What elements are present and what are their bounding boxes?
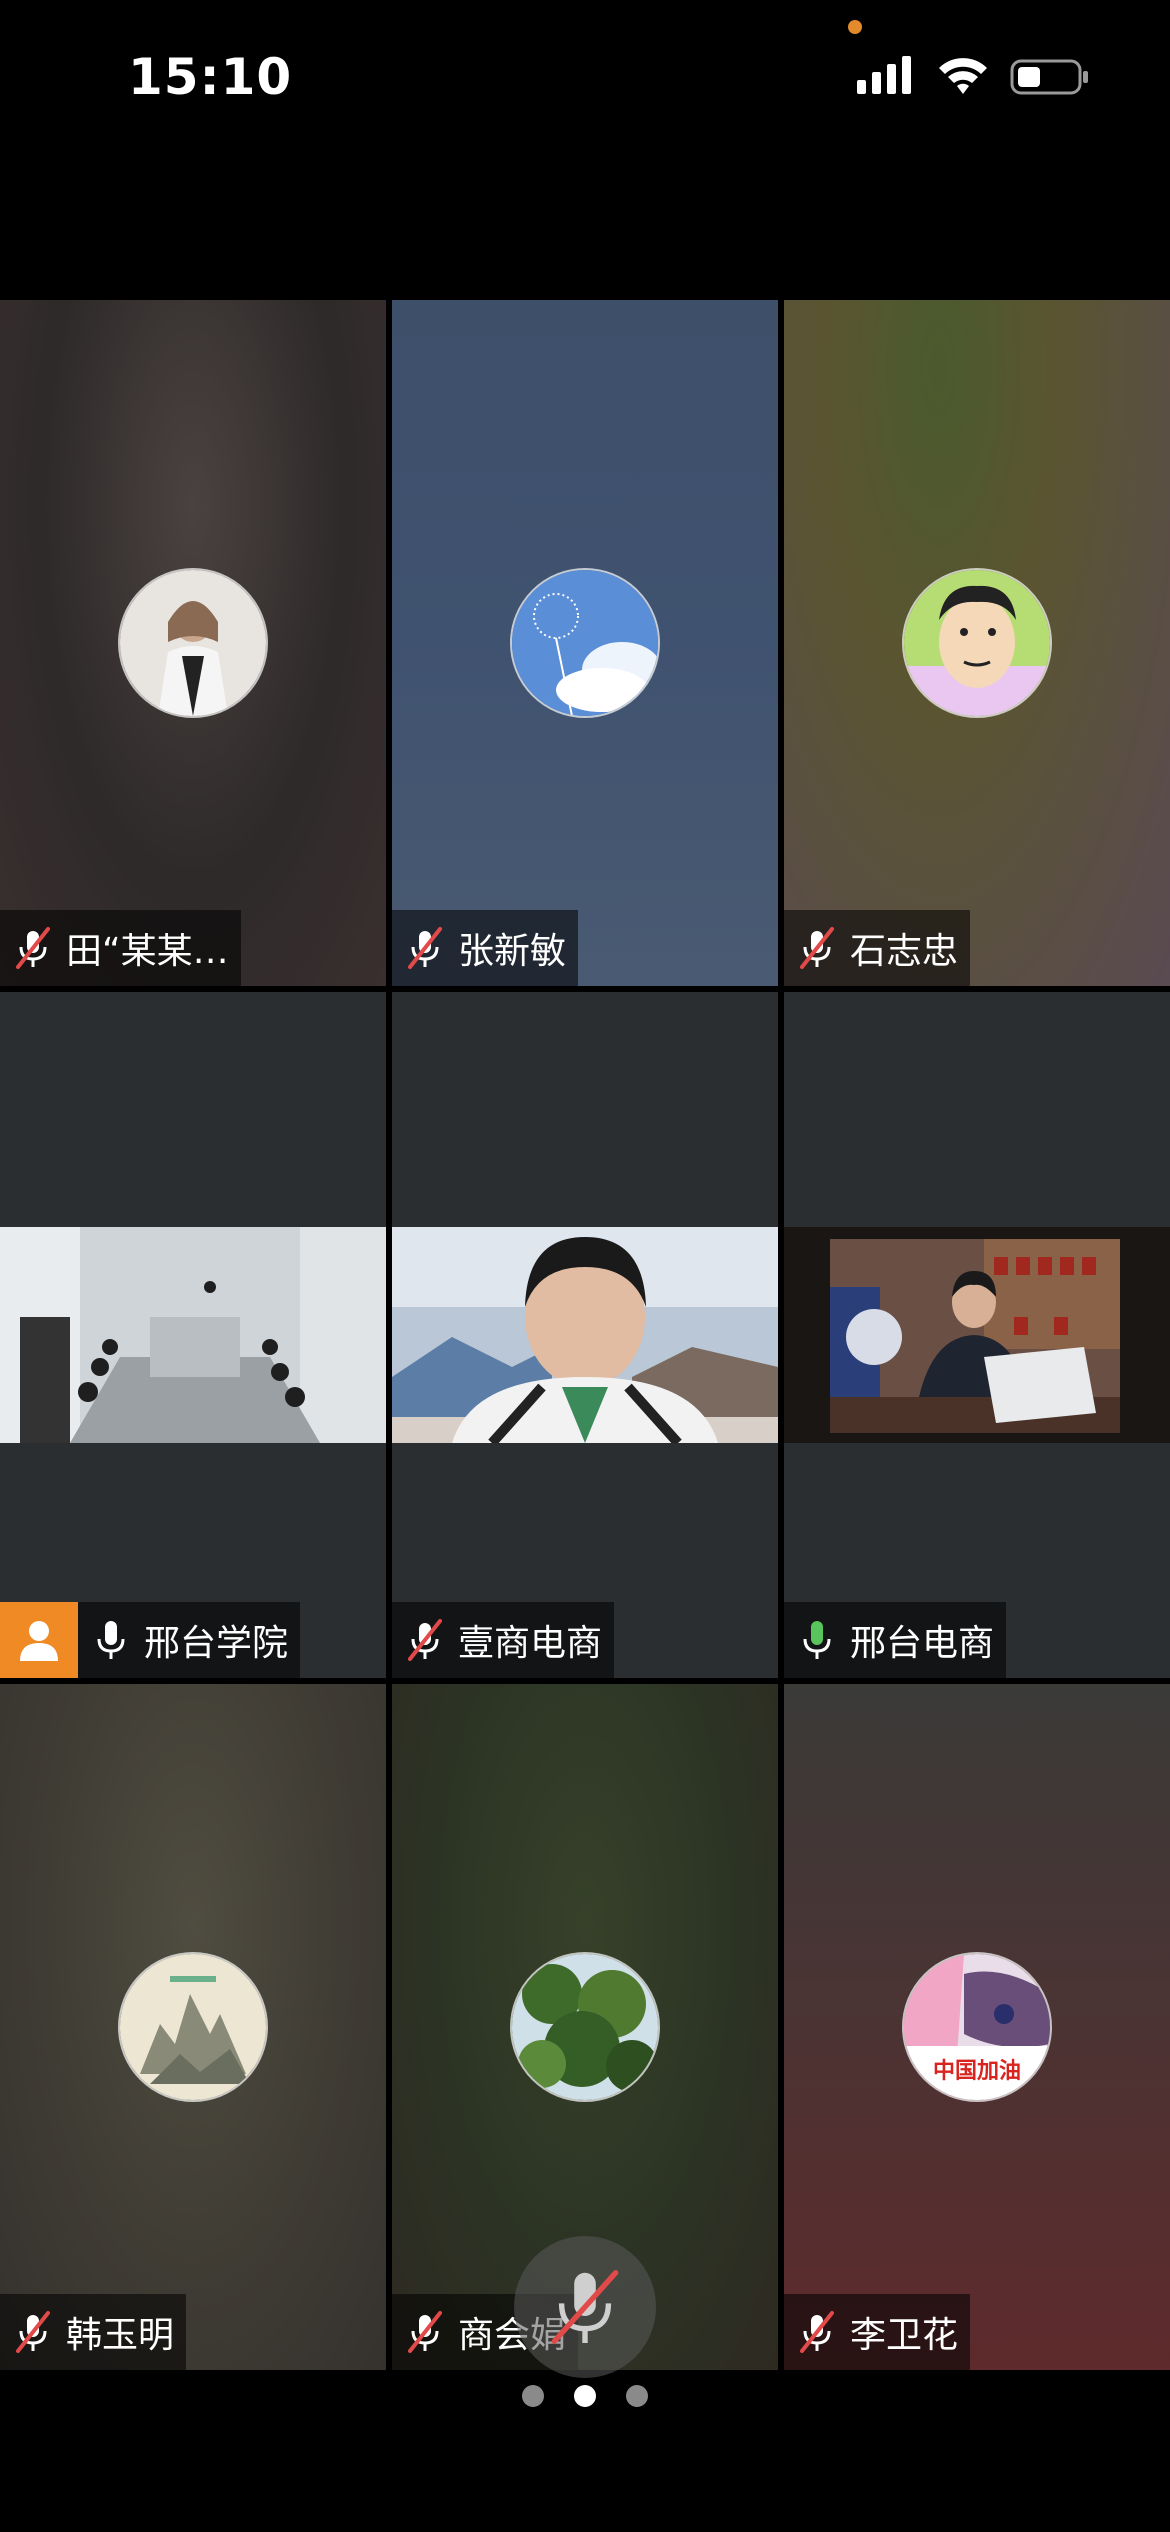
participant-label: 李卫花 [784, 2294, 971, 2370]
page-indicator[interactable] [0, 2378, 1170, 2414]
participant-name: 邢台学院 [144, 1623, 289, 1664]
participant-tile[interactable]: 邢台学院 [0, 992, 386, 1678]
avatar-caption: 中国加油 [933, 2059, 1021, 2084]
participant-label: 张新敏 [392, 910, 579, 986]
participant-name: 李卫花 [850, 2315, 959, 2356]
participant-name: 壹商电商 [458, 1623, 603, 1664]
participant-tile[interactable]: 韩玉明 [0, 1684, 386, 2370]
page-dot[interactable] [522, 2385, 544, 2407]
avatar [118, 1952, 268, 2102]
mic-off-icon [800, 927, 834, 969]
participant-label: 石志忠 [784, 910, 971, 986]
mic-off-icon [16, 927, 50, 969]
participant-label: 田“某某… [0, 910, 241, 986]
participant-tile[interactable]: 田“某某… [0, 300, 386, 986]
floating-mute-button[interactable] [514, 2236, 656, 2378]
participant-tile[interactable]: 中国加油 李卫花 [784, 1684, 1170, 2370]
page-dot[interactable] [626, 2385, 648, 2407]
participant-tile[interactable]: 石志忠 [784, 300, 1170, 986]
mic-off-icon [408, 927, 442, 969]
participant-grid: 田“某某… 张新敏 石志忠 邢台学院 壹商电商 邢台电商 韩玉明 商会娟 中国加… [0, 300, 1170, 2372]
participant-name: 石志忠 [850, 931, 959, 972]
avatar: 中国加油 [902, 1952, 1052, 2102]
avatar [118, 568, 268, 718]
avatar [510, 568, 660, 718]
mic-off-icon [551, 2270, 619, 2344]
participant-label: 邢台电商 [784, 1602, 1007, 1678]
avatar [510, 1952, 660, 2102]
mic-speaking-icon [803, 1621, 831, 1659]
participant-tile[interactable]: 壹商电商 [392, 992, 778, 1678]
battery-icon [1010, 59, 1088, 95]
participant-label: 邢台学院 [78, 1602, 301, 1678]
mic-off-icon [16, 2311, 50, 2353]
avatar [902, 568, 1052, 718]
host-badge [0, 1602, 78, 1678]
participant-name: 邢台电商 [850, 1623, 995, 1664]
participant-tile-active-speaker[interactable]: 邢台电商 [784, 992, 1170, 1678]
participant-label: 壹商电商 [392, 1602, 615, 1678]
mic-on-icon [97, 1621, 125, 1659]
status-time: 15:10 [128, 48, 293, 106]
participant-name: 张新敏 [458, 931, 567, 972]
status-bar: 15:10 [0, 0, 1170, 150]
mic-off-icon [408, 2311, 442, 2353]
video-feed [0, 1227, 386, 1443]
mic-off-icon [800, 2311, 834, 2353]
participant-label: 韩玉明 [0, 2294, 187, 2370]
wifi-icon [939, 58, 987, 94]
video-feed [784, 1227, 1170, 1443]
participant-tile[interactable]: 张新敏 [392, 300, 778, 986]
person-icon [20, 1621, 58, 1661]
recording-dot [848, 20, 862, 34]
video-feed [392, 1227, 778, 1443]
participant-name: 韩玉明 [66, 2315, 175, 2356]
participant-name: 田“某某… [66, 931, 229, 972]
mic-off-icon [408, 1619, 442, 1661]
signal-icon [857, 56, 911, 94]
page-dot-current[interactable] [574, 2385, 596, 2407]
